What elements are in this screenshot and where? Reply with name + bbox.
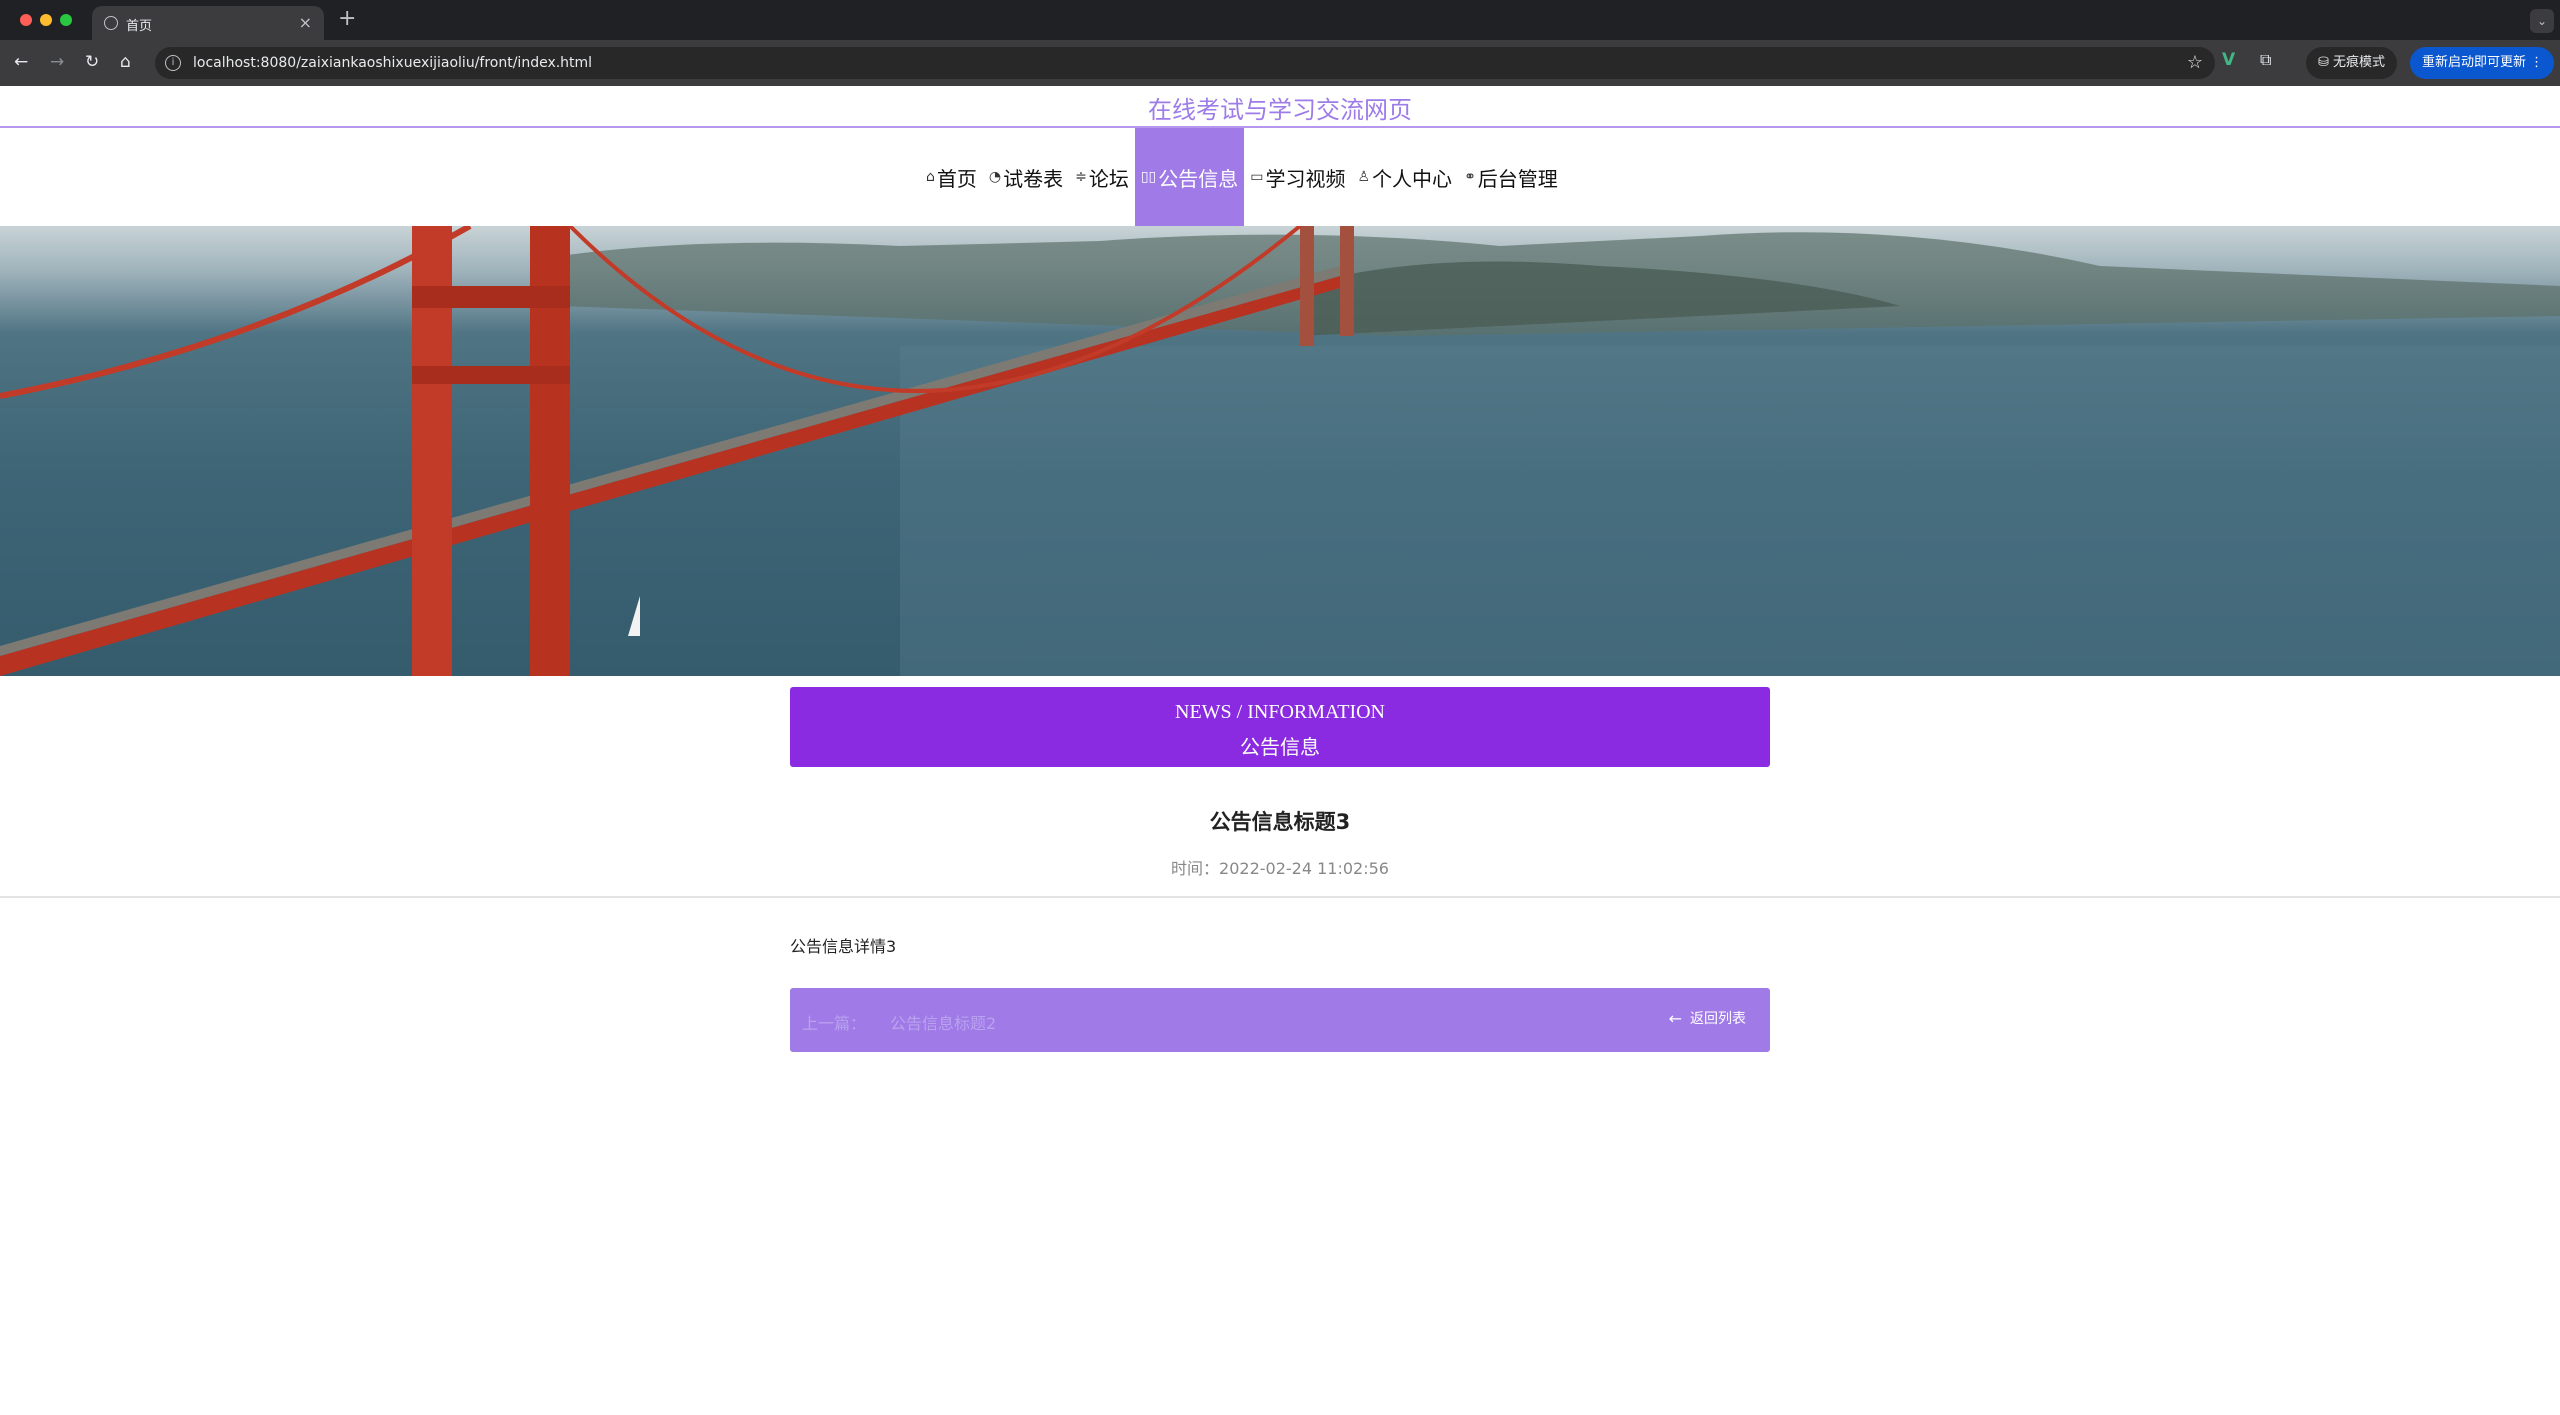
nav-label: 个人中心 [1372,166,1453,191]
nav-label: 后台管理 [1477,166,1558,191]
arrow-left-icon: ← [1668,1008,1682,1028]
nav-item-4[interactable]: ▭ 学习视频 [1244,128,1351,226]
article-body: 公告信息详情3 [790,937,897,956]
banner-carousel[interactable] [0,226,2560,676]
article-divider [0,896,2560,898]
forward-arrow-icon[interactable]: → [50,52,64,72]
back-arrow-icon[interactable]: ← [14,52,28,72]
globe-icon [104,16,118,30]
nav-icon: ⚭ [1464,169,1476,185]
nav-label: 学习视频 [1265,166,1346,191]
update-button[interactable]: 重新启动即可更新 ⋮ [2410,47,2554,79]
nav-icon: ▭ [1250,169,1264,185]
nav-label: 论坛 [1088,166,1129,191]
nav-label: 首页 [936,166,977,191]
nav-item-3[interactable]: ▯▯ 公告信息 [1134,128,1245,226]
nav-icon: ♙ [1357,169,1371,185]
news-heading-cn: 公告信息 [1240,735,1320,759]
extensions-icon[interactable]: ⧉ [2260,50,2271,70]
url-text[interactable]: localhost:8080/zaixiankaoshixuexijiaoliu… [193,55,592,71]
tab-title: 首页 [126,19,153,34]
update-label: 重新启动即可更新 [2422,55,2527,70]
nav-icon: ◔ [988,169,1002,185]
nav-icon: ▯▯ [1140,169,1157,185]
maximize-window-button[interactable] [60,14,72,26]
nav-item-2[interactable]: ≑ 论坛 [1069,128,1135,226]
prev-article-label: 上一篇： [802,1014,867,1033]
article-footer-bar: 上一篇： 公告信息标题2 ← 返回列表 [790,988,1770,1052]
nav-label: 公告信息 [1158,166,1239,191]
reload-icon[interactable]: ↻ [85,52,99,72]
nav-item-6[interactable]: ⚭ 后台管理 [1458,128,1564,226]
bookmark-star-icon[interactable]: ☆ [2187,52,2203,73]
nav-label: 试卷表 [1003,166,1064,191]
browser-toolbar: ← → ↻ ⌂ i localhost:8080/zaixiankaoshixu… [0,40,2560,86]
home-icon[interactable]: ⌂ [120,52,131,72]
back-to-list-button[interactable]: ← 返回列表 [1669,1008,1746,1028]
incognito-label: 无痕模式 [2333,55,2386,70]
close-tab-icon[interactable]: × [299,13,312,32]
incognito-indicator[interactable]: ⛁ 无痕模式 [2306,47,2398,79]
site-title: 在线考试与学习交流网页 [1148,96,1412,124]
prev-article-link[interactable]: 公告信息标题2 [890,1010,996,1034]
nav-icon: ≑ [1075,169,1087,185]
main-navigation: ⌂ 首页 ◔ 试卷表 ≑ 论坛 ▯▯ 公告信息 ▭ 学习视频 ♙ 个人中心 ⚭ 后台管理 [0,128,2560,226]
article-time: 时间：2022-02-24 11:02:56 [1171,859,1389,878]
nav-icon: ⌂ [926,169,935,185]
new-tab-button[interactable]: + [338,6,356,31]
nav-item-5[interactable]: ♙ 个人中心 [1352,128,1459,226]
site-info-icon[interactable]: i [165,55,181,71]
browser-tab[interactable]: 首页 × [92,6,324,40]
incognito-icon: ⛁ [2318,55,2334,70]
minimize-window-button[interactable] [40,14,52,26]
browser-tab-bar: 首页 × + ⌄ [0,0,2560,40]
news-heading-en: NEWS / INFORMATION [1175,701,1385,723]
tab-search-button[interactable]: ⌄ [2530,9,2554,33]
close-window-button[interactable] [20,14,32,26]
back-to-list-label: 返回列表 [1690,1011,1746,1027]
nav-item-1[interactable]: ◔ 试卷表 [983,128,1069,226]
article-title: 公告信息标题3 [1209,810,1351,834]
more-menu-icon[interactable]: ⋮ [2530,55,2543,70]
news-heading-bar: NEWS / INFORMATION 公告信息 [790,687,1770,767]
address-bar[interactable]: i localhost:8080/zaixiankaoshixuexijiaol… [155,47,2215,79]
vue-devtools-icon[interactable]: V [2222,50,2235,70]
bridge-photo [0,226,2560,676]
nav-item-0[interactable]: ⌂ 首页 [920,128,983,226]
